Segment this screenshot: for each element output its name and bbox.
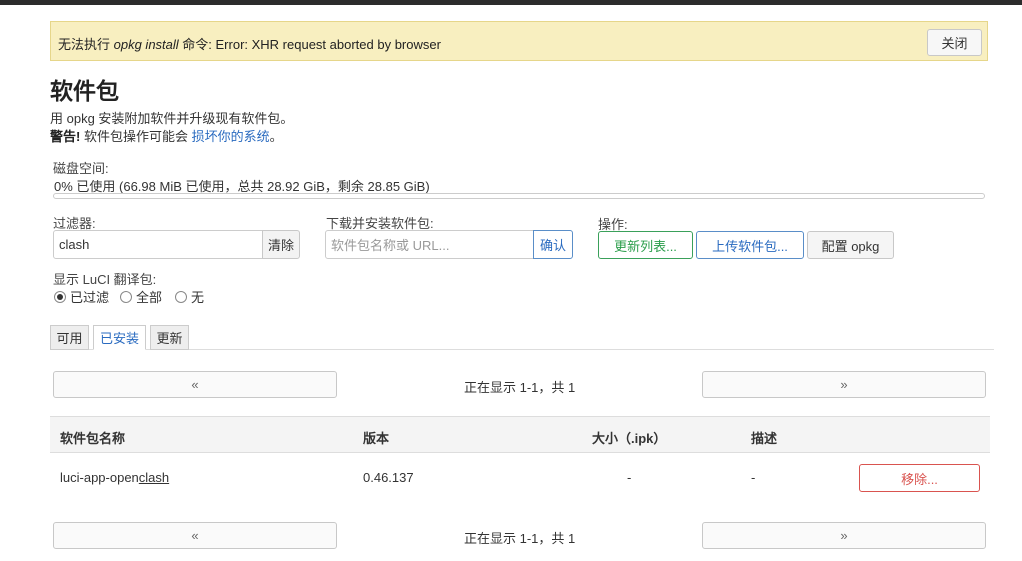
header-size: 大小（.ipk） <box>592 431 667 446</box>
header-description: 描述 <box>751 431 778 446</box>
radio-label-none: 无 <box>191 290 205 305</box>
package-url-input[interactable]: 软件包名称或 URL... <box>325 230 534 259</box>
pager-status-top: 正在显示 1-1，共 1 <box>464 380 576 395</box>
package-description: - <box>751 470 756 485</box>
disk-space-label: 磁盘空间: <box>53 161 109 176</box>
package-name: luci-app-openclash <box>60 470 170 485</box>
filter-clear-button[interactable]: 清除 <box>262 230 300 259</box>
configure-opkg-button[interactable]: 配置 opkg <box>807 231 894 259</box>
pager-status-bottom: 正在显示 1-1，共 1 <box>464 531 576 546</box>
table-header: 软件包名称 版本 大小（.ipk） 描述 <box>50 416 990 453</box>
pager-prev-button-top[interactable]: « <box>53 371 337 398</box>
tab-updates[interactable]: 更新 <box>150 325 189 350</box>
remove-package-button[interactable]: 移除... <box>859 464 980 492</box>
tabs-divider <box>50 349 994 350</box>
confirm-install-button[interactable]: 确认 <box>533 230 573 259</box>
package-version: 0.46.137 <box>363 470 414 485</box>
radio-empty-icon <box>175 290 187 303</box>
radio-filtered[interactable]: 已过滤 <box>54 287 109 306</box>
radio-label-all: 全部 <box>136 290 163 305</box>
tab-installed[interactable]: 已安装 <box>93 325 146 350</box>
disk-usage-bar <box>53 193 985 199</box>
alert-close-button[interactable]: 关闭 <box>927 29 982 56</box>
radio-selected-icon <box>54 290 66 303</box>
error-alert: 无法执行 opkg install 命令: Error: XHR request… <box>50 21 988 61</box>
package-size: - <box>627 470 632 485</box>
header-version: 版本 <box>363 431 390 446</box>
tab-available[interactable]: 可用 <box>50 325 89 350</box>
top-bar <box>0 0 1022 5</box>
page-title: 软件包 <box>50 78 119 104</box>
page-description: 用 opkg 安装附加软件并升级现有软件包。 <box>50 111 294 126</box>
header-package-name: 软件包名称 <box>60 431 126 446</box>
radio-none[interactable]: 无 <box>175 287 204 306</box>
pager-next-button-top[interactable]: » <box>702 371 986 398</box>
radio-all[interactable]: 全部 <box>120 287 162 306</box>
pager-prev-button-bottom[interactable]: « <box>53 522 337 549</box>
warning-link[interactable]: 损坏你的系统 <box>192 129 270 144</box>
pager-next-button-bottom[interactable]: » <box>702 522 986 549</box>
translation-label: 显示 LuCI 翻译包: <box>53 272 157 287</box>
update-lists-button[interactable]: 更新列表... <box>598 231 693 259</box>
page-warning: 警告! 软件包操作可能会 损坏你的系统。 <box>50 129 283 144</box>
upload-package-button[interactable]: 上传软件包... <box>696 231 804 259</box>
alert-message: 无法执行 opkg install 命令: Error: XHR request… <box>58 37 441 52</box>
radio-label-filtered: 已过滤 <box>70 290 110 305</box>
radio-empty-icon <box>120 290 132 303</box>
filter-input[interactable]: clash <box>53 230 263 259</box>
